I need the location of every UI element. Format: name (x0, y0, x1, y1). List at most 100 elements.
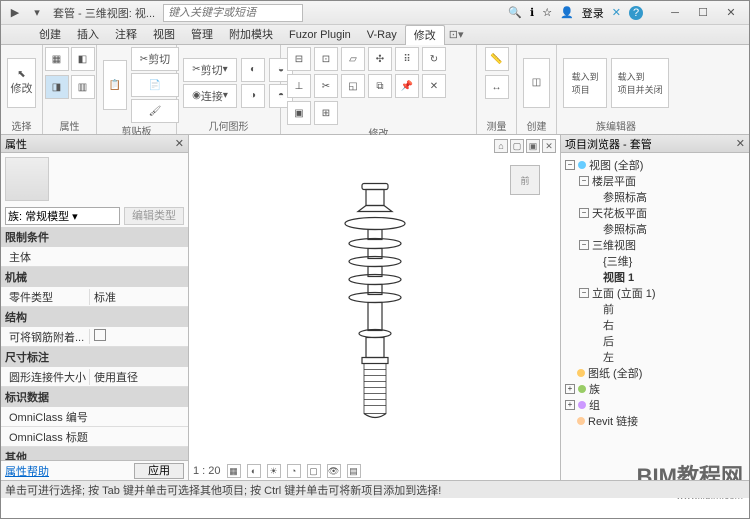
search-input[interactable] (163, 4, 303, 22)
tab-annotate[interactable]: 注释 (107, 25, 145, 45)
match-button[interactable]: 🖌 (131, 99, 179, 123)
node-elev[interactable]: 立面 (立面 1) (592, 285, 656, 301)
node-ceil[interactable]: 天花板平面 (592, 205, 647, 221)
expand-icon[interactable]: + (565, 384, 575, 394)
join-geom[interactable]: ◉ 连接▾ (183, 84, 237, 108)
login-label[interactable]: 登录 (582, 5, 604, 21)
node-revit-link[interactable]: Revit 链接 (588, 413, 638, 429)
expand-icon[interactable]: − (579, 240, 589, 250)
geom-2[interactable]: ◑ (241, 84, 265, 108)
panel-toggle-icon[interactable]: ⊡▾ (449, 28, 464, 41)
minimize-button[interactable]: ─ (661, 2, 689, 24)
vp-reveal-icon[interactable]: ▤ (347, 464, 361, 478)
node-families[interactable]: 族 (589, 381, 600, 397)
exchange-icon[interactable]: ✕ (612, 6, 621, 19)
vp-shadow-icon[interactable]: ◔ (287, 464, 301, 478)
tab-manage[interactable]: 管理 (183, 25, 221, 45)
geom-1[interactable]: ◐ (241, 58, 265, 82)
apply-button[interactable]: 应用 (134, 463, 184, 479)
paste-button[interactable]: 📋 (103, 60, 127, 110)
tab-insert[interactable]: 插入 (69, 25, 107, 45)
split-button[interactable]: ✂ (314, 74, 338, 98)
close-button[interactable]: ✕ (717, 2, 745, 24)
measure-button[interactable]: 📏 (485, 47, 509, 71)
node-ref2[interactable]: 参照标高 (603, 221, 647, 237)
tab-addins[interactable]: 附加模块 (221, 25, 281, 45)
prop-btn2[interactable]: ◧ (71, 47, 95, 71)
star-icon[interactable]: ☆ (542, 6, 552, 19)
move-button[interactable]: ✣ (368, 47, 392, 71)
round-conn-value[interactable]: 使用直径 (89, 369, 188, 385)
scale-label[interactable]: 1 : 20 (193, 465, 221, 477)
node-e2[interactable]: 右 (603, 317, 614, 333)
array-button[interactable]: ⠿ (395, 47, 419, 71)
node-ref1[interactable]: 参照标高 (603, 189, 647, 205)
node-3d2[interactable]: 视图 1 (603, 269, 634, 285)
node-3d1[interactable]: {三维} (603, 253, 632, 269)
node-e3[interactable]: 后 (603, 333, 614, 349)
vp-max-icon[interactable]: ▣ (526, 139, 540, 153)
vp-style-icon[interactable]: ◐ (247, 464, 261, 478)
part-type-value[interactable]: 标准 (89, 289, 188, 305)
vp-detail-icon[interactable]: ▦ (227, 464, 241, 478)
trim-button[interactable]: ⊥ (287, 74, 311, 98)
vp-home-icon[interactable]: ⌂ (494, 139, 508, 153)
info-icon[interactable]: ℹ (530, 6, 534, 19)
property-help-link[interactable]: 属性帮助 (5, 463, 49, 479)
select-tool[interactable]: ⬉修改 (7, 58, 36, 108)
rotate-button[interactable]: ↻ (422, 47, 446, 71)
prop-btn1[interactable]: ▦ (45, 47, 69, 71)
vp-crop-icon[interactable]: ▢ (307, 464, 321, 478)
load-project-button[interactable]: 载入到 项目 (563, 58, 607, 108)
tab-create[interactable]: 创建 (31, 25, 69, 45)
viewport[interactable]: ⌂ ▢ ▣ ✕ 前 (189, 135, 561, 480)
maximize-button[interactable]: ☐ (689, 2, 717, 24)
tab-fuzor[interactable]: Fuzor Plugin (281, 25, 359, 45)
prop-btn4[interactable]: ▥ (71, 75, 95, 99)
load-close-button[interactable]: 载入到 项目并关闭 (611, 58, 669, 108)
vp-hide-icon[interactable]: 👁 (327, 464, 341, 478)
vp-close-icon[interactable]: ✕ (542, 139, 556, 153)
edit-type-button[interactable]: 编辑类型 (124, 207, 184, 225)
expand-icon[interactable]: − (565, 160, 575, 170)
dim-button[interactable]: ↔ (485, 75, 509, 99)
project-tree[interactable]: −视图 (全部) −楼层平面 参照标高 −天花板平面 参照标高 −三维视图 {三… (561, 153, 749, 480)
mirror-button[interactable]: ▱ (341, 47, 365, 71)
properties-close-icon[interactable]: ✕ (175, 137, 184, 150)
copy-button[interactable]: 📄 (131, 73, 179, 97)
scale-button[interactable]: ◱ (341, 74, 365, 98)
align-button[interactable]: ⊟ (287, 47, 311, 71)
node-floor[interactable]: 楼层平面 (592, 173, 636, 189)
tab-modify[interactable]: 修改 (405, 25, 445, 45)
search-icon[interactable]: 🔍 (508, 6, 522, 19)
offset-button[interactable]: ⊡ (314, 47, 338, 71)
copy-mod[interactable]: ⧉ (368, 74, 392, 98)
pin-button[interactable]: 📌 (395, 74, 419, 98)
user-icon[interactable]: 👤 (560, 6, 574, 19)
delete-button[interactable]: ✕ (422, 74, 446, 98)
expand-icon[interactable]: − (579, 288, 589, 298)
node-groups[interactable]: 组 (589, 397, 600, 413)
node-e1[interactable]: 前 (603, 301, 614, 317)
vp-sun-icon[interactable]: ☀ (267, 464, 281, 478)
expand-icon[interactable]: − (579, 208, 589, 218)
node-3d[interactable]: 三维视图 (592, 237, 636, 253)
browser-close-icon[interactable]: ✕ (736, 137, 745, 150)
rebar-value[interactable] (89, 329, 188, 344)
app-icon[interactable]: ▶ (5, 3, 25, 23)
cut-geom[interactable]: ✂ 剪切▾ (183, 58, 237, 82)
expand-icon[interactable]: + (565, 400, 575, 410)
tab-vray[interactable]: V-Ray (359, 25, 405, 45)
create-button[interactable]: ◫ (523, 58, 550, 108)
mod-14[interactable]: ⊞ (314, 101, 338, 125)
vp-restore-icon[interactable]: ▢ (510, 139, 524, 153)
view-cube[interactable]: 前 (510, 165, 540, 195)
node-sheets[interactable]: 图纸 (全部) (588, 365, 642, 381)
prop-btn3[interactable]: ◨ (45, 75, 69, 99)
tab-view[interactable]: 视图 (145, 25, 183, 45)
help-icon[interactable]: ? (629, 6, 643, 20)
node-e4[interactable]: 左 (603, 349, 614, 365)
group-button[interactable]: ▣ (287, 101, 311, 125)
family-selector[interactable]: 族: 常规模型 ▾ (5, 207, 120, 225)
cut-button[interactable]: ✂ 剪切 (131, 47, 179, 71)
